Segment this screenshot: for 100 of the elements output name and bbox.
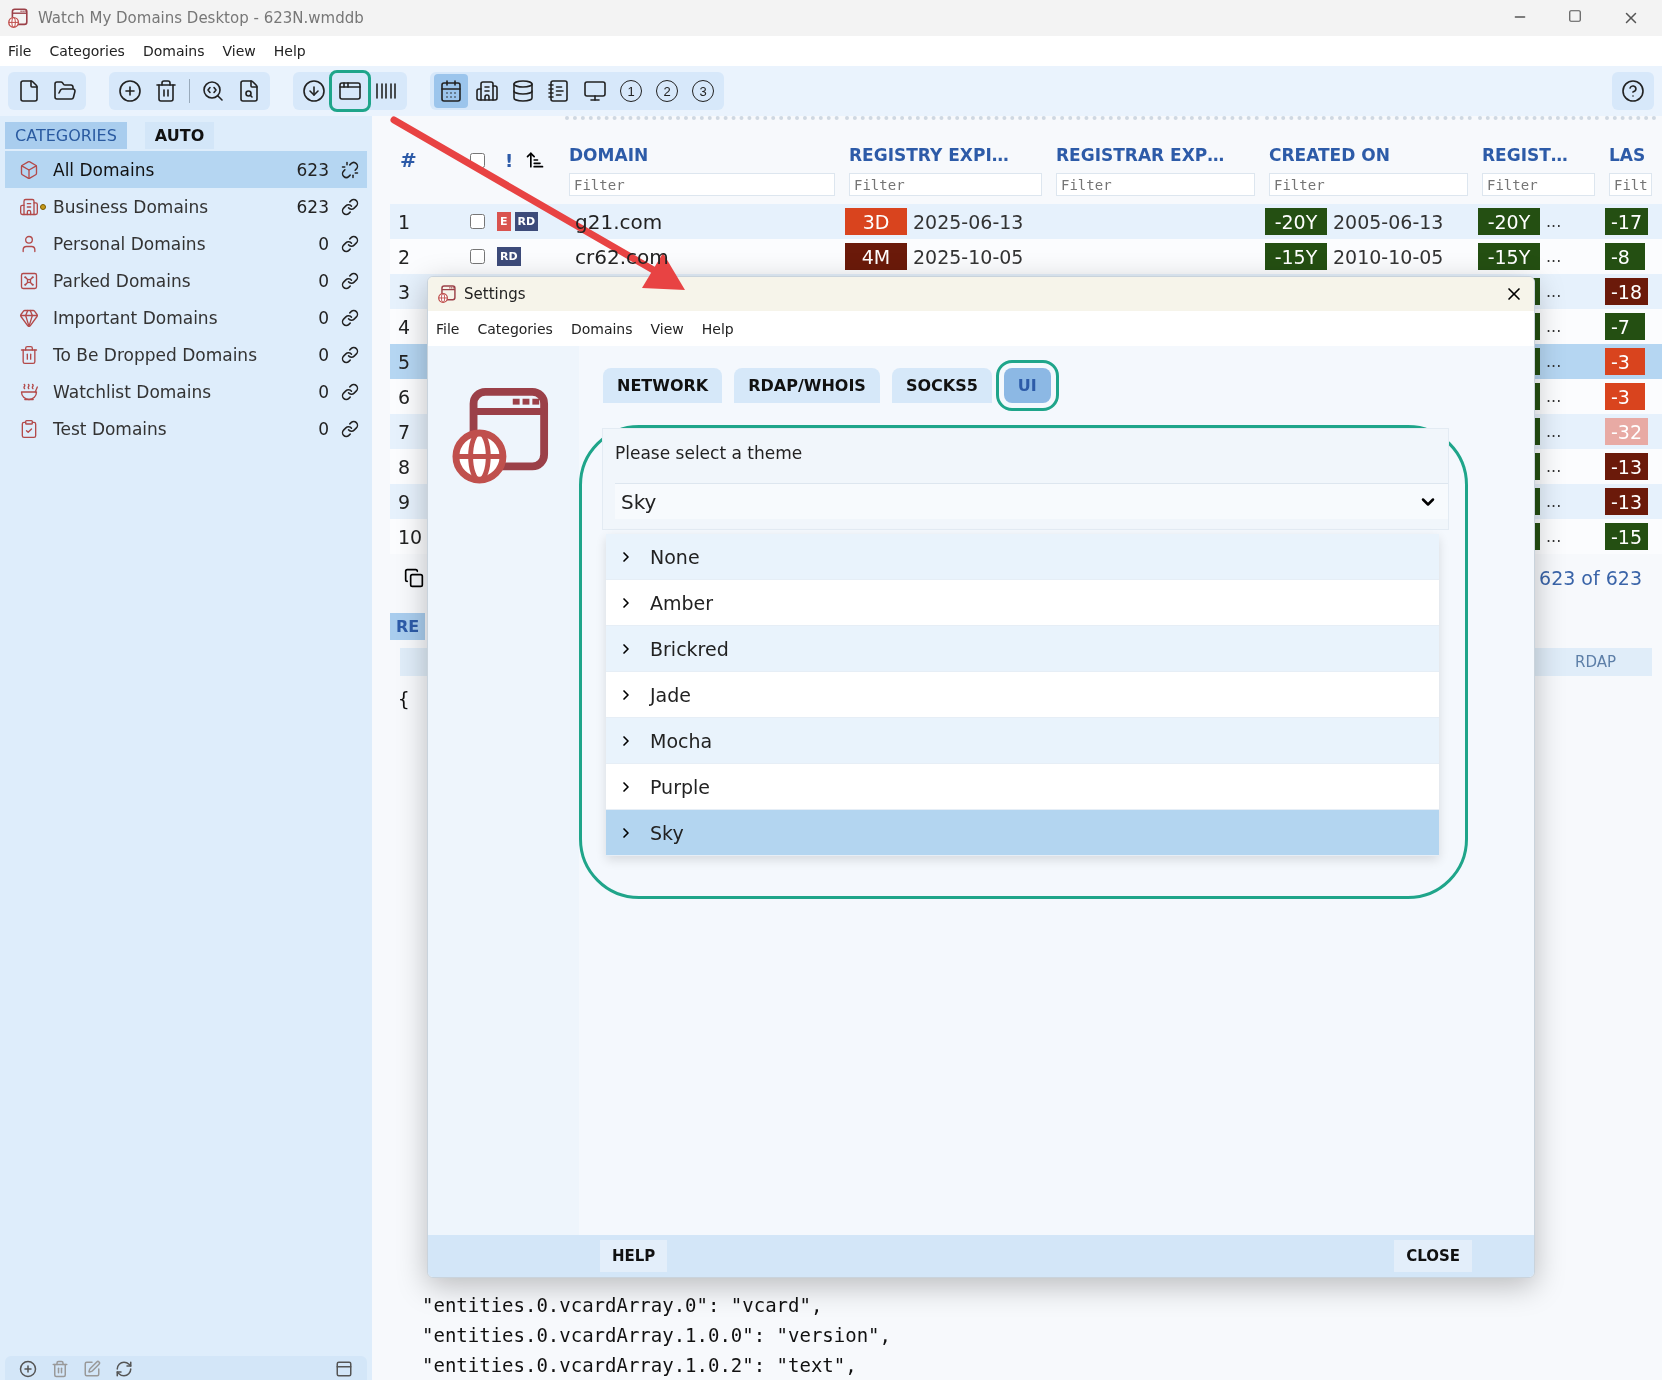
- select-all-checkbox[interactable]: [470, 152, 485, 168]
- folder-icon: [53, 79, 77, 103]
- dialog-button[interactable]: CLOSE: [1394, 1240, 1472, 1272]
- table-row[interactable]: 1 E RD g21.com 3D 2025-06-13 -20Y 2005-06-13 -20Y ... -17: [390, 204, 1662, 239]
- menu-item[interactable]: Domains: [570, 320, 633, 337]
- age-tag: -8: [1605, 243, 1645, 270]
- theme-option[interactable]: Purple: [606, 764, 1439, 810]
- flag-tag: RD: [497, 247, 521, 266]
- panel-icon[interactable]: [335, 1360, 353, 1378]
- more-text: ...: [1546, 247, 1562, 266]
- age-tag: -13: [1605, 453, 1649, 480]
- sort-icon[interactable]: [525, 150, 546, 170]
- code-line: "entities.0.vcardArray.0": "vcard",: [422, 1294, 823, 1316]
- category-count: 0: [318, 418, 329, 439]
- sidebar-tab[interactable]: CATEGORIES: [5, 122, 127, 149]
- menu-item[interactable]: Categories: [477, 320, 553, 337]
- sidebar-tab[interactable]: AUTO: [144, 122, 215, 149]
- category-count: 0: [318, 307, 329, 328]
- trash-icon: [154, 79, 178, 103]
- sidebar-item[interactable]: Important Domains 0: [5, 299, 367, 336]
- settings-tab[interactable]: SOCKS5: [891, 368, 992, 403]
- column-header[interactable]: DOMAIN: [569, 145, 835, 165]
- more-text: ...: [1546, 317, 1562, 336]
- row-checkbox[interactable]: [470, 249, 485, 264]
- column-header[interactable]: LAS: [1609, 145, 1652, 165]
- toolbar-button[interactable]: 1: [614, 74, 648, 108]
- menu-item[interactable]: View: [650, 320, 684, 337]
- sidebar-item[interactable]: Test Domains 0: [5, 410, 367, 447]
- theme-option[interactable]: Mocha: [606, 718, 1439, 764]
- link-icon[interactable]: [341, 419, 359, 438]
- code-line: "entities.0.vcardArray.1.0.2": "text",: [422, 1354, 857, 1376]
- age-tag: -15: [1605, 523, 1649, 550]
- menu-item[interactable]: Domains: [142, 43, 205, 59]
- more-text: ...: [1546, 527, 1562, 546]
- monitor-icon: [583, 79, 607, 103]
- menu-item[interactable]: Help: [701, 320, 734, 337]
- code-line: "entities.0.vcardArray.1.0.0": "version",: [422, 1324, 891, 1346]
- theme-option[interactable]: Amber: [606, 580, 1439, 626]
- filter-field[interactable]: Filter: [1269, 173, 1468, 196]
- sidebar-item[interactable]: All Domains 623: [5, 151, 367, 188]
- theme-option[interactable]: Jade: [606, 672, 1439, 718]
- copy-icon[interactable]: [404, 568, 424, 588]
- menu-item[interactable]: File: [436, 320, 460, 337]
- age-tag: -3: [1605, 383, 1645, 410]
- sidebar-item[interactable]: Watchlist Domains 0: [5, 373, 367, 410]
- age-tag: -3: [1605, 348, 1645, 375]
- age-tag: -17: [1605, 208, 1649, 235]
- column-header: #: [399, 148, 418, 172]
- link-icon[interactable]: [341, 234, 359, 253]
- category-name: Personal Domains: [53, 233, 207, 254]
- app-logo-icon: [438, 285, 456, 303]
- flag-tag: E: [497, 212, 511, 231]
- column-header[interactable]: REGIST…: [1482, 145, 1595, 165]
- maximize-icon[interactable]: [1568, 9, 1582, 23]
- row-number: 8: [397, 455, 412, 478]
- filter-field[interactable]: Filter: [569, 173, 835, 196]
- toolbar-button[interactable]: 3: [686, 74, 720, 108]
- category-name: Important Domains: [53, 307, 219, 328]
- theme-option[interactable]: Brickred: [606, 626, 1439, 672]
- theme-option[interactable]: None: [606, 534, 1439, 580]
- toolbar-button[interactable]: 2: [650, 74, 684, 108]
- flag-tag: RD: [514, 212, 539, 231]
- unlink-icon[interactable]: [341, 160, 359, 179]
- link-icon[interactable]: [341, 308, 359, 327]
- plus-circle-icon[interactable]: [19, 1360, 37, 1378]
- category-count: 623: [296, 196, 329, 217]
- sidebar-item[interactable]: Parked Domains 0: [5, 262, 367, 299]
- toolbar-button[interactable]: [434, 74, 468, 108]
- menu-item[interactable]: View: [222, 43, 256, 59]
- theme-select[interactable]: Sky: [615, 483, 1448, 519]
- row-checkbox[interactable]: [470, 214, 485, 229]
- column-header[interactable]: REGISTRAR EXP…: [1056, 145, 1255, 165]
- column-header[interactable]: REGISTRY EXPI…: [849, 145, 1042, 165]
- row-number: 10: [397, 525, 424, 548]
- filter-field[interactable]: Filt: [1609, 173, 1652, 196]
- refresh-icon[interactable]: [115, 1360, 133, 1378]
- bowl-icon: [19, 381, 39, 402]
- menu-item[interactable]: Categories: [49, 43, 125, 59]
- filter-field[interactable]: Filter: [849, 173, 1042, 196]
- link-icon[interactable]: [341, 271, 359, 290]
- age-tag: -18: [1605, 278, 1649, 305]
- app-logo-icon: [8, 8, 28, 28]
- category-count: 0: [318, 233, 329, 254]
- link-icon[interactable]: [341, 382, 359, 401]
- link-icon[interactable]: [341, 345, 359, 364]
- link-icon[interactable]: [341, 197, 359, 216]
- menu-item[interactable]: Help: [273, 43, 306, 59]
- filter-field[interactable]: Filter: [1482, 173, 1595, 196]
- details-tab[interactable]: RE: [390, 613, 426, 640]
- column-header[interactable]: CREATED ON: [1269, 145, 1468, 165]
- theme-option[interactable]: Sky: [606, 810, 1439, 856]
- menu-item[interactable]: File: [8, 43, 32, 59]
- filter-field[interactable]: Filter: [1056, 173, 1255, 196]
- sidebar-item[interactable]: Business Domains 623: [5, 188, 367, 225]
- sidebar-item[interactable]: Personal Domains 0: [5, 225, 367, 262]
- settings-tab[interactable]: RDAP/WHOIS: [734, 368, 880, 403]
- settings-tab[interactable]: NETWORK: [603, 368, 723, 403]
- dialog-button[interactable]: HELP: [600, 1240, 668, 1272]
- download-icon: [302, 79, 326, 103]
- sidebar-item[interactable]: To Be Dropped Domains 0: [5, 336, 367, 373]
